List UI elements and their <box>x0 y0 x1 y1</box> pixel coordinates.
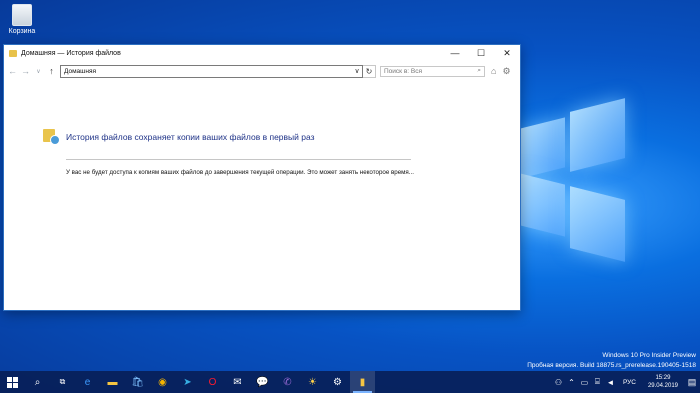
address-path: Домашняя <box>64 67 97 75</box>
back-arrow-icon[interactable]: ← <box>6 66 19 76</box>
clock[interactable]: 15:29 29.04.2019 <box>648 374 678 390</box>
people-icon[interactable]: ⚇ <box>552 378 565 387</box>
windows-start-icon <box>7 376 18 388</box>
gear-icon[interactable]: ⚙ <box>502 66 510 77</box>
clock-time: 15:29 <box>655 375 671 381</box>
mail-taskbar-button[interactable]: ✉ <box>225 371 250 393</box>
start-button[interactable] <box>0 371 25 393</box>
file-explorer-taskbar-button[interactable]: ▬ <box>100 371 125 393</box>
forward-arrow-icon[interactable]: → <box>19 66 32 76</box>
file-history-icon: ▮ <box>359 376 366 388</box>
recycle-bin-icon <box>12 4 32 26</box>
mail-icon: ✉ <box>233 376 242 388</box>
clock-date: 29.04.2019 <box>647 383 678 389</box>
close-button[interactable]: ✕ <box>494 45 520 61</box>
network-icon[interactable]: ⌸ <box>591 377 604 387</box>
edge-taskbar-button[interactable]: e <box>75 371 100 393</box>
title-bar[interactable]: Домашняя — История файлов — ☐ ✕ <box>4 45 520 61</box>
task-view-icon: ⧉ <box>59 377 66 386</box>
windows-logo-wallpaper <box>440 95 700 295</box>
file-history-window: Домашняя — История файлов — ☐ ✕ ← → ∨ ↑ … <box>3 44 521 311</box>
home-icon[interactable]: ⌂ <box>491 66 496 77</box>
weather-icon: ☀ <box>308 376 317 388</box>
navigation-bar: ← → ∨ ↑ Домашняя ∨ ↻ Поиск в: Вся ⌕ ⌂ ⚙ <box>4 61 520 81</box>
messaging-taskbar-button[interactable]: 💬 <box>250 371 275 393</box>
chrome-icon: ◉ <box>158 376 167 388</box>
viber-taskbar-button[interactable]: ✆ <box>275 371 300 393</box>
recent-dropdown-icon[interactable]: ∨ <box>32 68 45 75</box>
settings-taskbar-button[interactable]: ⚙ <box>325 371 350 393</box>
file-history-icon <box>9 49 17 57</box>
search-placeholder: Поиск в: Вся <box>384 67 422 75</box>
edge-icon: e <box>84 376 91 388</box>
folder-icon: ▬ <box>107 376 118 388</box>
taskbar: ⌕ ⧉ e ▬ 🛍 ◉ ➤ O ✉ 💬 ✆ ☀ ⚙ ▮ ⚇ ⌃ ▭ ⌸ ◄ РУ… <box>0 371 700 393</box>
build-watermark-line2: Пробная версия. Build 18875.rs_prereleas… <box>527 362 696 369</box>
chat-icon: 💬 <box>256 376 269 388</box>
viber-icon: ✆ <box>283 376 292 388</box>
maximize-button[interactable]: ☐ <box>468 45 494 61</box>
page-heading: История файлов сохраняет копии ваших фай… <box>66 132 315 142</box>
content-area: История файлов сохраняет копии ваших фай… <box>4 81 520 309</box>
weather-taskbar-button[interactable]: ☀ <box>300 371 325 393</box>
up-arrow-icon[interactable]: ↑ <box>45 66 58 76</box>
volume-icon[interactable]: ◄ <box>604 378 617 387</box>
gear-icon: ⚙ <box>333 376 342 388</box>
recycle-bin-desktop-icon[interactable]: Корзина <box>4 4 40 35</box>
status-message: У вас не будет доступа к копиям ваших фа… <box>66 169 414 176</box>
address-dropdown-icon[interactable]: ∨ <box>352 67 362 75</box>
search-taskbar-button[interactable]: ⌕ <box>25 371 50 393</box>
telegram-icon: ➤ <box>183 376 192 388</box>
search-icon: ⌕ <box>34 376 41 388</box>
show-hidden-icons-chevron[interactable]: ⌃ <box>565 378 578 387</box>
chrome-taskbar-button[interactable]: ◉ <box>150 371 175 393</box>
recycle-bin-label: Корзина <box>8 28 36 35</box>
store-taskbar-button[interactable]: 🛍 <box>125 371 150 393</box>
search-icon: ⌕ <box>477 67 481 74</box>
opera-taskbar-button[interactable]: O <box>200 371 225 393</box>
file-history-taskbar-button[interactable]: ▮ <box>350 371 375 393</box>
file-history-large-icon <box>43 127 60 145</box>
minimize-button[interactable]: — <box>442 45 468 61</box>
window-title: Домашняя — История файлов <box>21 49 121 57</box>
display-icon[interactable]: ▭ <box>578 378 591 387</box>
refresh-icon[interactable]: ↻ <box>363 64 376 78</box>
task-view-button[interactable]: ⧉ <box>50 371 75 393</box>
system-tray: ⚇ ⌃ ▭ ⌸ ◄ РУС 15:29 29.04.2019 ▤ <box>552 371 700 393</box>
opera-icon: O <box>208 376 217 388</box>
store-icon: 🛍 <box>131 376 144 388</box>
search-input[interactable]: Поиск в: Вся ⌕ <box>380 65 485 77</box>
language-indicator[interactable]: РУС <box>623 379 636 386</box>
divider <box>66 159 411 160</box>
address-bar[interactable]: Домашняя ∨ <box>60 64 363 78</box>
build-watermark-line1: Windows 10 Pro Insider Preview <box>602 352 696 359</box>
telegram-taskbar-button[interactable]: ➤ <box>175 371 200 393</box>
notifications-icon[interactable]: ▤ <box>684 377 700 388</box>
